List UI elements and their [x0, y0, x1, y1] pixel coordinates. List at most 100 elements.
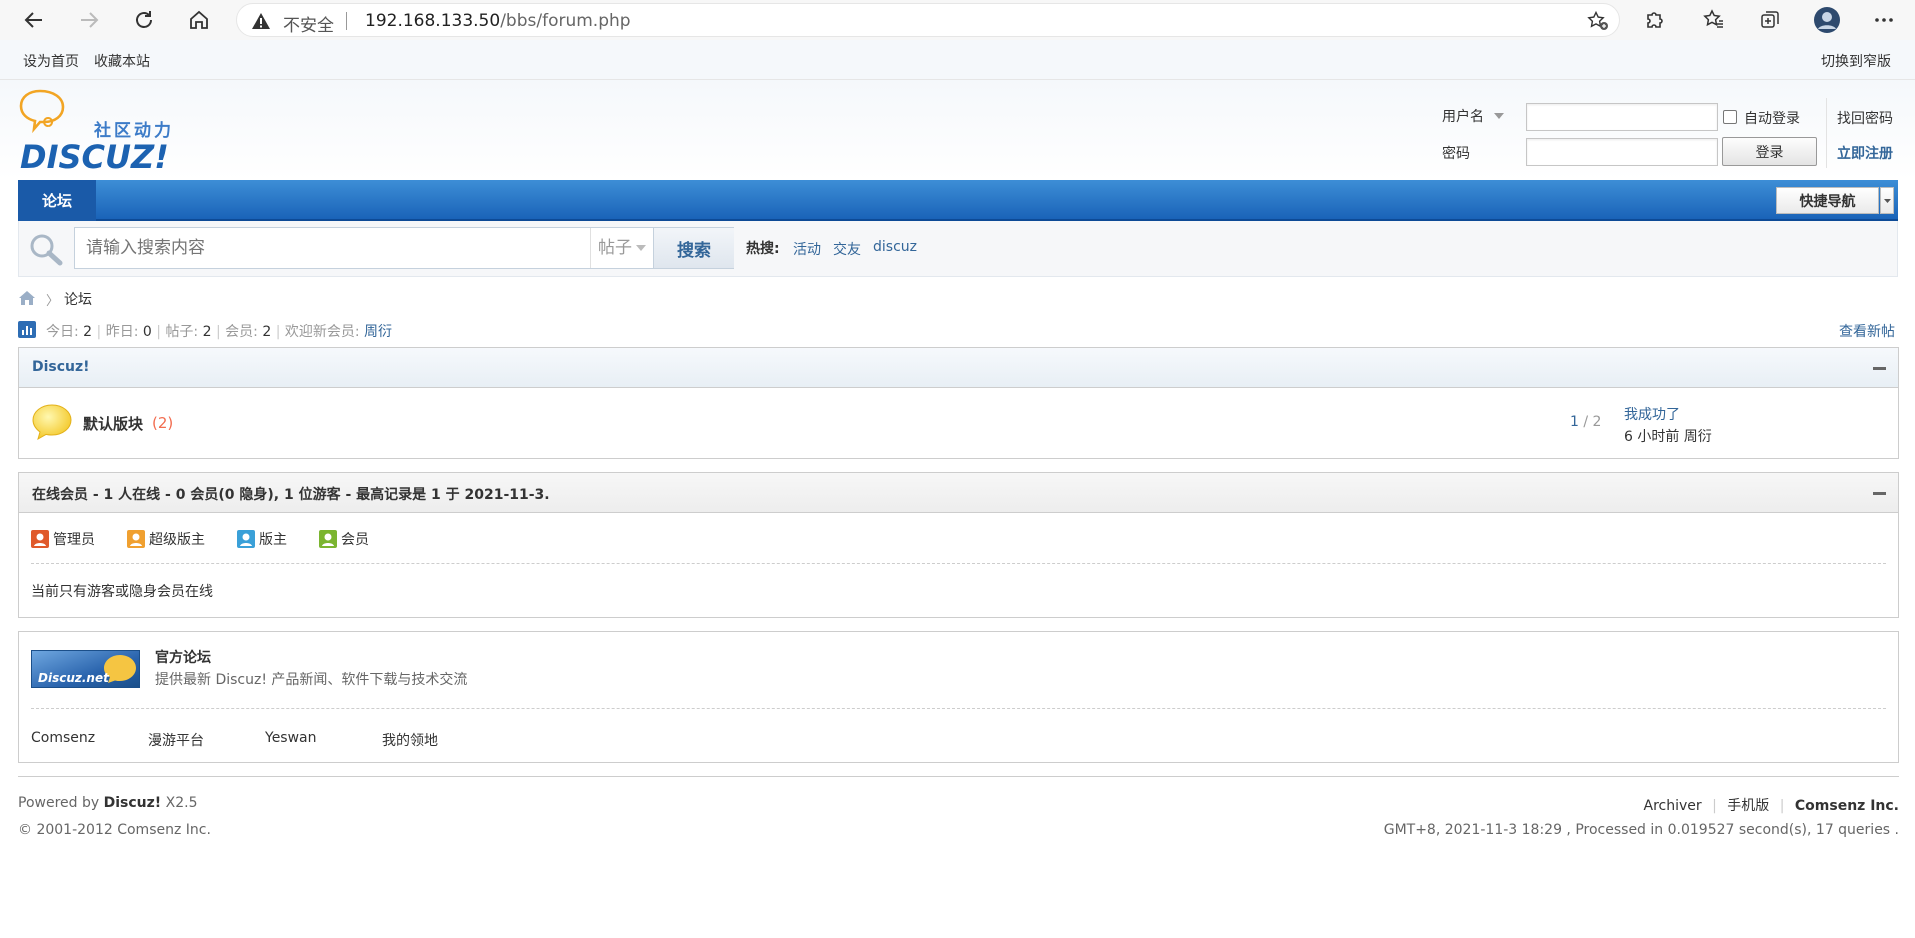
friend-link[interactable]: Comsenz	[31, 730, 95, 746]
add-favorite-button[interactable]	[1587, 11, 1609, 31]
legend-member: 会员	[319, 529, 369, 549]
collections-icon	[1761, 11, 1779, 28]
set-home-link[interactable]: 设为首页	[23, 51, 79, 71]
avatar-icon	[1814, 7, 1840, 33]
collections-button[interactable]	[1756, 6, 1784, 34]
member-icon	[319, 530, 337, 548]
member-legend: 管理员 超级版主 版主 会员	[31, 529, 369, 549]
collapse-icon[interactable]	[1873, 367, 1886, 370]
last-post-link[interactable]: 我成功了	[1624, 404, 1680, 424]
stat-divider: |	[275, 324, 281, 340]
last-post-meta: 6 小时前 周衍	[1624, 429, 1712, 445]
breadcrumb-current: 论坛	[64, 292, 92, 308]
username-label[interactable]: 用户名	[1442, 106, 1484, 126]
forum-category-panel: Discuz! 默认版块 (2) 1 / 2 我成功了 6 小时前 周衍	[18, 347, 1899, 459]
search-box: 帖子 搜索	[74, 227, 734, 269]
search-button[interactable]: 搜索	[653, 228, 734, 268]
warning-icon	[252, 13, 270, 29]
home-icon	[190, 10, 208, 29]
stat-divider: |	[215, 324, 221, 340]
password-input[interactable]	[1526, 138, 1718, 166]
friend-links-panel: Discuz.net 官方论坛 提供最新 Discuz! 产品新闻、软件下载与技…	[18, 631, 1899, 763]
forward-button[interactable]	[75, 6, 103, 34]
bookmark-link[interactable]: 收藏本站	[94, 51, 150, 71]
legend-admin: 管理员	[31, 529, 95, 549]
newest-member-link[interactable]: 周衍	[364, 324, 392, 340]
online-message: 当前只有游客或隐身会员在线	[31, 584, 213, 600]
quick-nav-button[interactable]: 快捷导航	[1776, 187, 1879, 214]
extensions-button[interactable]	[1640, 6, 1668, 34]
chevron-down-icon	[636, 245, 646, 251]
login-divider	[1826, 98, 1827, 168]
footer-links: Archiver | 手机版 | Comsenz Inc.	[1644, 795, 1899, 815]
more-menu-button[interactable]	[1870, 6, 1898, 34]
online-header[interactable]: 在线会员 - 1 人在线 - 0 会员(0 隐身), 1 位游客 - 最高记录是…	[19, 473, 1898, 513]
official-forum-desc: 提供最新 Discuz! 产品新闻、软件下载与技术交流	[155, 672, 468, 688]
search-icon	[30, 234, 63, 266]
chevron-down-icon	[1884, 199, 1891, 203]
footer-powered: Powered by Discuz! X2.5	[18, 795, 197, 811]
friend-link[interactable]: 漫游平台	[148, 730, 204, 750]
official-forum-logo[interactable]: Discuz.net	[31, 650, 140, 688]
username-dropdown-icon[interactable]	[1494, 113, 1504, 119]
friend-link[interactable]: Yeswan	[265, 730, 317, 746]
search-input[interactable]	[75, 228, 589, 268]
archiver-link[interactable]: Archiver	[1644, 798, 1702, 814]
footer-separator: |	[1779, 798, 1785, 814]
nav-item-forum[interactable]: 论坛	[18, 180, 96, 221]
hot-search-link[interactable]: 活动	[793, 239, 821, 259]
auto-login-label[interactable]: 自动登录	[1744, 108, 1800, 128]
auto-login-checkbox[interactable]	[1723, 110, 1737, 124]
stat-yesterday-value: 0	[142, 324, 152, 340]
find-password-link[interactable]: 找回密码	[1837, 108, 1893, 128]
username-input[interactable]	[1526, 103, 1718, 131]
switch-width-link[interactable]: 切换到窄版	[1821, 51, 1891, 71]
stat-divider: |	[156, 324, 161, 340]
login-button[interactable]: 登录	[1722, 137, 1817, 166]
address-bar[interactable]: 不安全 192.168.133.50/bbs/forum.php	[236, 3, 1620, 37]
stat-welcome-label: 欢迎新会员:	[284, 324, 360, 340]
stats-chart-icon	[18, 321, 36, 338]
main-nav: 论坛 快捷导航	[18, 180, 1898, 221]
browser-toolbar: 不安全 192.168.133.50/bbs/forum.php	[0, 0, 1915, 40]
back-button[interactable]	[20, 6, 48, 34]
refresh-button[interactable]	[130, 6, 158, 34]
logo-brand-text: DISCUZ!	[20, 138, 169, 172]
stat-yesterday-label: 昨日:	[105, 324, 139, 340]
post-count: 2	[1592, 414, 1602, 430]
category-title[interactable]: Discuz!	[32, 359, 90, 375]
password-label: 密码	[1442, 146, 1470, 162]
search-type-select[interactable]: 帖子	[590, 228, 652, 268]
forum-name-link[interactable]: 默认版块	[83, 413, 143, 434]
product-link[interactable]: Discuz!	[104, 795, 162, 811]
online-title: 在线会员 - 1 人在线 - 0 会员(0 隐身), 1 位游客 - 最高记录是…	[32, 487, 550, 503]
hot-search-link[interactable]: 交友	[833, 239, 861, 259]
breadcrumb-separator: 〉	[46, 294, 60, 309]
official-forum-name[interactable]: 官方论坛	[155, 647, 211, 667]
favorites-button[interactable]	[1700, 6, 1728, 34]
mobile-link[interactable]: 手机版	[1727, 798, 1769, 814]
address-divider	[346, 12, 347, 30]
company-link[interactable]: Comsenz Inc.	[1795, 798, 1899, 814]
friend-link[interactable]: 我的领地	[382, 730, 438, 750]
stat-members-label: 会员:	[225, 324, 258, 340]
logo-slogan: 社区动力	[94, 121, 174, 141]
category-header: Discuz!	[19, 348, 1898, 388]
collapse-icon[interactable]	[1873, 492, 1886, 495]
super-moderator-icon	[127, 530, 145, 548]
legend-admin-label: 管理员	[53, 532, 95, 548]
view-new-posts-link[interactable]: 查看新帖	[1839, 321, 1895, 341]
admin-user-icon	[31, 530, 49, 548]
legend-mod-label: 版主	[259, 532, 287, 548]
insecure-label: 不安全	[283, 16, 334, 36]
home-icon[interactable]	[18, 290, 36, 306]
register-link[interactable]: 立即注册	[1837, 143, 1893, 163]
home-button[interactable]	[185, 6, 213, 34]
hot-search-link[interactable]: discuz	[873, 239, 917, 255]
refresh-icon	[136, 11, 152, 28]
product-version: X2.5	[165, 795, 198, 811]
legend-mod: 版主	[237, 529, 287, 549]
quick-nav-dropdown[interactable]	[1880, 187, 1894, 214]
url-text[interactable]: 192.168.133.50/bbs/forum.php	[365, 11, 631, 31]
profile-button[interactable]	[1813, 6, 1841, 34]
